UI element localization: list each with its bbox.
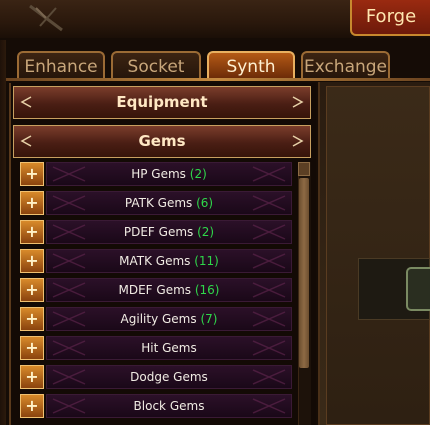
list-item-body[interactable]: PDEF Gems (2) <box>46 220 292 244</box>
plus-icon[interactable]: + <box>20 365 44 389</box>
window-title: Forge <box>350 0 430 36</box>
ornament-icon <box>252 166 286 182</box>
gem-count: (16) <box>194 283 220 297</box>
plus-icon[interactable]: + <box>20 191 44 215</box>
ornament-icon <box>252 282 286 298</box>
gem-name: Agility Gems <box>120 312 197 326</box>
tab-enhance[interactable]: Enhance <box>17 51 105 79</box>
gem-count: (7) <box>200 312 218 326</box>
plus-icon[interactable]: + <box>20 336 44 360</box>
tab-exchange[interactable]: Exchange <box>301 51 390 79</box>
gem-name: Dodge Gems <box>130 370 208 384</box>
plus-icon[interactable]: + <box>20 162 44 186</box>
list-item[interactable]: + Hit Gems <box>20 336 292 361</box>
list-item[interactable]: + PATK Gems (6) <box>20 191 292 216</box>
list-item[interactable]: + PDEF Gems (2) <box>20 220 292 245</box>
ornament-icon <box>52 398 86 414</box>
tab-socket[interactable]: Socket <box>111 51 201 79</box>
arrow-right-icon <box>292 135 304 147</box>
ornament-icon <box>252 311 286 327</box>
crossed-swords-icon <box>29 4 63 32</box>
ornament-icon <box>52 340 86 356</box>
list-item[interactable]: + MDEF Gems (16) <box>20 278 292 303</box>
ornament-icon <box>252 195 286 211</box>
list-item[interactable]: + Agility Gems (7) <box>20 307 292 332</box>
gem-count: (2) <box>197 225 215 239</box>
ornament-icon <box>52 369 86 385</box>
category-equipment[interactable]: Equipment <box>13 86 311 119</box>
tab-underline <box>6 78 430 81</box>
scrollbar-thumb[interactable] <box>299 178 309 368</box>
plus-icon[interactable]: + <box>20 220 44 244</box>
top-bar: Forge <box>0 0 430 39</box>
synth-panel-inner <box>326 86 430 425</box>
ornament-icon <box>252 398 286 414</box>
plus-icon[interactable]: + <box>20 394 44 418</box>
list-item-body[interactable]: MDEF Gems (16) <box>46 278 292 302</box>
list-item-body[interactable]: Dodge Gems <box>46 365 292 389</box>
arrow-left-icon <box>20 135 32 147</box>
ornament-icon <box>52 282 86 298</box>
ornament-icon <box>252 253 286 269</box>
list-item-body[interactable]: MATK Gems (11) <box>46 249 292 273</box>
gem-name: PDEF Gems <box>123 225 194 239</box>
gem-list: + HP Gems (2) + PATK Gems (6) + PDEF Gem… <box>20 162 292 425</box>
plus-icon[interactable]: + <box>20 278 44 302</box>
gem-name: HP Gems <box>131 167 186 181</box>
list-item-body[interactable]: Hit Gems <box>46 336 292 360</box>
list-item-body[interactable]: Block Gems <box>46 394 292 418</box>
category-equipment-label: Equipment <box>116 93 208 111</box>
synth-item-slot[interactable] <box>406 267 430 311</box>
gem-name: MDEF Gems <box>118 283 192 297</box>
ornament-icon <box>252 224 286 240</box>
plus-icon[interactable]: + <box>20 249 44 273</box>
gem-count: (11) <box>194 254 219 268</box>
list-item[interactable]: + Dodge Gems <box>20 365 292 390</box>
ornament-icon <box>52 166 86 182</box>
gem-name: Block Gems <box>133 399 205 413</box>
ornament-icon <box>52 253 86 269</box>
tab-synth[interactable]: Synth <box>207 51 295 79</box>
ornament-icon <box>252 369 286 385</box>
arrow-left-icon <box>20 96 32 108</box>
list-item[interactable]: + MATK Gems (11) <box>20 249 292 274</box>
plus-icon[interactable]: + <box>20 307 44 331</box>
scroll-up-button[interactable] <box>298 162 310 176</box>
list-item-body[interactable]: HP Gems (2) <box>46 162 292 186</box>
category-gems[interactable]: Gems <box>13 125 311 158</box>
ornament-icon <box>252 340 286 356</box>
gem-name: PATK Gems <box>124 196 193 210</box>
gem-count: (2) <box>189 167 207 181</box>
list-item[interactable]: + Block Gems <box>20 394 292 419</box>
frame-rail <box>0 40 6 425</box>
list-item-body[interactable]: Agility Gems (7) <box>46 307 292 331</box>
ornament-icon <box>52 311 86 327</box>
gem-count: (6) <box>196 196 214 210</box>
category-gems-label: Gems <box>138 132 186 150</box>
list-item[interactable]: + HP Gems (2) <box>20 162 292 187</box>
gem-name: MATK Gems <box>119 254 191 268</box>
arrow-right-icon <box>292 96 304 108</box>
ornament-icon <box>52 224 86 240</box>
gem-name: Hit Gems <box>141 341 197 355</box>
ornament-icon <box>52 195 86 211</box>
list-item-body[interactable]: PATK Gems (6) <box>46 191 292 215</box>
